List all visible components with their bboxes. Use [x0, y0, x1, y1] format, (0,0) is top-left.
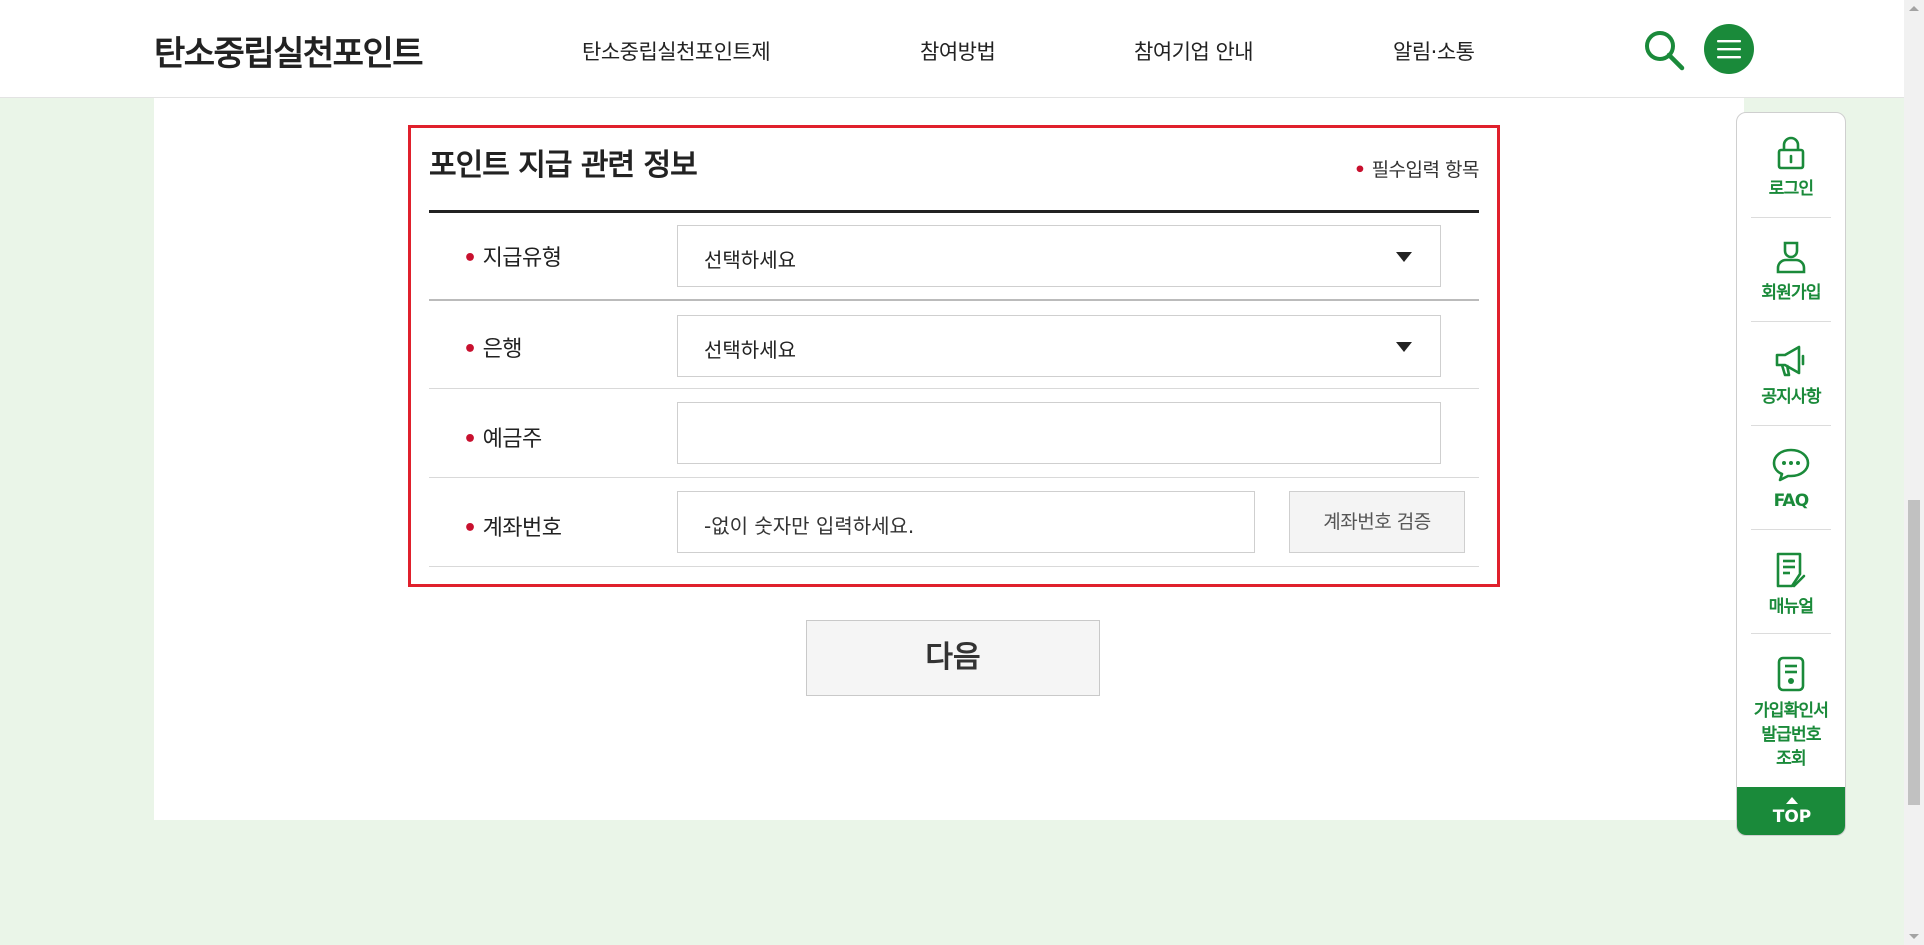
- verify-account-button[interactable]: 계좌번호 검증: [1289, 491, 1465, 553]
- quick-item-notice[interactable]: 공지사항: [1751, 343, 1831, 409]
- dropdown-arrow-icon: [1396, 252, 1412, 262]
- quick-item-manual[interactable]: 매뉴얼: [1751, 551, 1831, 619]
- quick-item-faq[interactable]: FAQ: [1751, 447, 1831, 513]
- payment-type-selected-value: 선택하세요: [704, 248, 796, 272]
- bank-select[interactable]: 선택하세요: [677, 315, 1441, 377]
- user-icon: [1776, 241, 1806, 274]
- scroll-to-top-button[interactable]: TOP: [1737, 787, 1845, 835]
- required-dot: •: [1353, 159, 1366, 181]
- scroll-up-arrow-icon[interactable]: [1909, 4, 1919, 14]
- payment-type-select[interactable]: 선택하세요: [677, 225, 1441, 287]
- hamburger-menu-button[interactable]: [1704, 24, 1754, 74]
- required-dot: •: [463, 246, 477, 271]
- dropdown-arrow-icon: [1396, 342, 1412, 352]
- hamburger-icon: [1717, 40, 1741, 59]
- quick-menu-divider: [1751, 425, 1831, 426]
- bank-selected-value: 선택하세요: [704, 338, 796, 362]
- quick-item-login[interactable]: 로그인: [1751, 135, 1831, 201]
- site-logo[interactable]: 탄소중립실천포인트: [154, 26, 424, 75]
- account-number-label: • 계좌번호: [463, 516, 562, 541]
- quick-menu-divider: [1751, 633, 1831, 634]
- quick-item-signup[interactable]: 회원가입: [1751, 239, 1831, 305]
- quick-menu: 로그인 회원가입 공지사항 FAQ 매뉴얼 가입확인서 발급번호 조회 TOP: [1736, 112, 1846, 836]
- account-holder-label: • 예금주: [463, 427, 542, 452]
- nav-item-how-to-join[interactable]: 참여방법: [920, 36, 996, 66]
- point-payment-info-form: 포인트 지급 관련 정보 • 필수입력 항목 • 지급유형 선택하세요 • 은행 선택…: [408, 125, 1500, 587]
- chat-icon: [1772, 448, 1810, 482]
- required-dot: •: [463, 337, 477, 362]
- caret-up-icon: [1786, 797, 1798, 804]
- quick-menu-divider: [1751, 529, 1831, 530]
- payment-type-label: • 지급유형: [463, 246, 562, 271]
- required-dot: •: [463, 427, 477, 452]
- manual-icon: [1776, 552, 1806, 588]
- required-dot: •: [463, 516, 477, 541]
- certificate-icon: [1777, 656, 1805, 692]
- quick-menu-divider: [1751, 321, 1831, 322]
- account-number-input[interactable]: -없이 숫자만 입력하세요.: [677, 491, 1255, 553]
- nav-item-partner-companies[interactable]: 참여기업 안내: [1134, 36, 1254, 66]
- site-header: 탄소중립실천포인트 탄소중립실천포인트제 참여방법 참여기업 안내 알림·소통: [0, 0, 1904, 98]
- lock-icon: [1777, 136, 1805, 170]
- form-row-payment-type: • 지급유형 선택하세요: [429, 213, 1479, 301]
- form-title: 포인트 지급 관련 정보: [429, 148, 698, 183]
- scrollbar-thumb[interactable]: [1908, 500, 1920, 805]
- account-holder-input[interactable]: [677, 402, 1441, 464]
- form-row-account-number: • 계좌번호 -없이 숫자만 입력하세요. 계좌번호 검증: [429, 478, 1479, 567]
- nav-item-notice-communication[interactable]: 알림·소통: [1393, 36, 1475, 66]
- search-icon: [1645, 31, 1685, 71]
- megaphone-icon: [1775, 345, 1805, 377]
- bank-label: • 은행: [463, 337, 523, 362]
- required-fields-note: • 필수입력 항목: [1353, 159, 1480, 181]
- account-number-placeholder: -없이 숫자만 입력하세요.: [704, 514, 915, 538]
- form-row-account-holder: • 예금주: [429, 389, 1479, 478]
- quick-menu-divider: [1751, 217, 1831, 218]
- quick-item-certificate-lookup[interactable]: 가입확인서 발급번호 조회: [1751, 655, 1831, 771]
- next-button[interactable]: 다음: [806, 620, 1100, 696]
- search-button[interactable]: [1642, 28, 1686, 72]
- scroll-down-arrow-icon[interactable]: [1909, 931, 1919, 941]
- nav-item-point-system[interactable]: 탄소중립실천포인트제: [582, 36, 771, 66]
- form-row-bank: • 은행 선택하세요: [429, 301, 1479, 389]
